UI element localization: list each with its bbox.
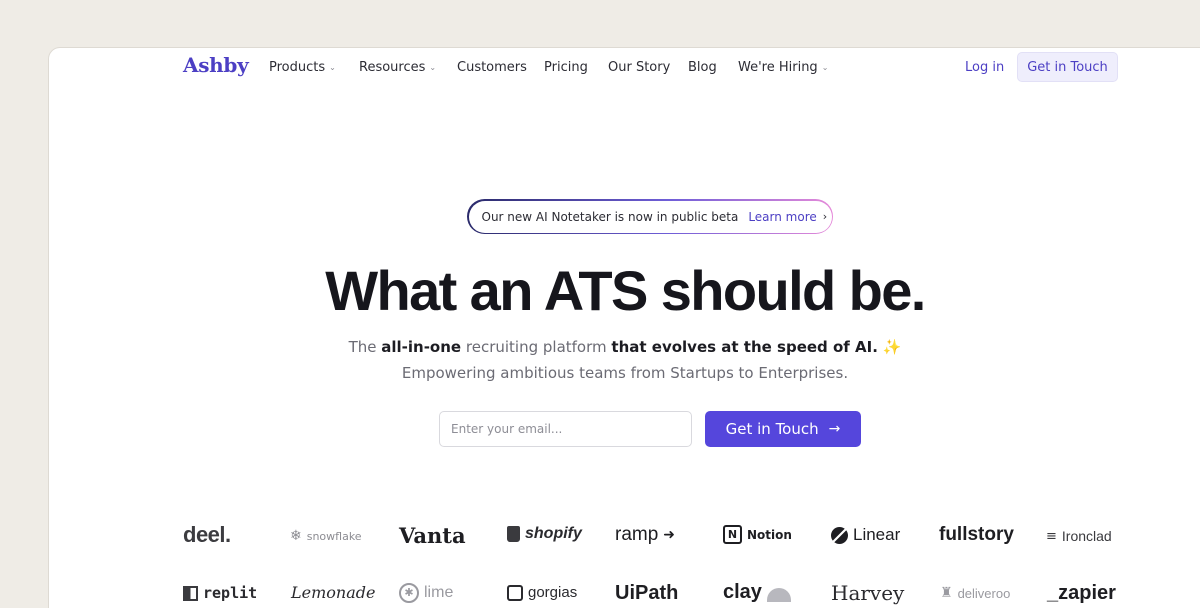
- nav-resources-label: Resources: [359, 60, 426, 75]
- chevron-down-icon: ⌄: [821, 62, 829, 72]
- clay-igloo-icon: [766, 587, 791, 602]
- logo-harvey: Harvey: [831, 581, 904, 605]
- ashby-logo[interactable]: Ashby: [183, 53, 249, 77]
- logo-deel-text: deel.: [183, 522, 231, 547]
- hero-cta-label: Get in Touch: [725, 420, 819, 438]
- logo-zapier: _zapier: [1047, 582, 1116, 605]
- ironclad-icon: ≡: [1046, 528, 1057, 544]
- ramp-mark-icon: ➜: [663, 527, 676, 543]
- logo-replit: replit: [183, 584, 257, 602]
- logo-notion: N Notion: [723, 525, 792, 544]
- logo-clay-text: clay: [723, 581, 762, 603]
- learn-more-label: Learn more: [748, 209, 817, 224]
- linear-icon: [831, 526, 848, 544]
- nav-hiring-label: We're Hiring: [738, 60, 818, 75]
- logo-lime-text: lime: [424, 584, 454, 601]
- nav-blog[interactable]: Blog: [688, 60, 717, 75]
- logo-clay: clay: [723, 581, 791, 604]
- chevron-down-icon: ⌄: [429, 62, 437, 72]
- logo-snowflake: ❄ snowflake: [290, 528, 362, 544]
- logo-notion-text: Notion: [747, 527, 792, 542]
- nav-pricing[interactable]: Pricing: [544, 60, 588, 75]
- logo-shopify-text: shopify: [525, 525, 582, 542]
- hero-headline: What an ATS should be.: [325, 259, 926, 322]
- browser-frame: Ashby Products ⌄ Resources ⌄ Customers P…: [48, 47, 1200, 608]
- logo-replit-text: replit: [203, 584, 258, 602]
- replit-icon: [183, 585, 198, 601]
- logo-vanta-text: Vanta: [399, 523, 466, 548]
- login-link[interactable]: Log in: [965, 60, 1004, 75]
- hero-subtitle-line2: Empowering ambitious teams from Startups…: [401, 364, 849, 382]
- logo-lemonade: Lemonade: [291, 583, 375, 602]
- logo-ramp-text: ramp: [615, 524, 659, 545]
- notion-icon: N: [723, 525, 742, 544]
- nav-customers-label: Customers: [457, 60, 527, 75]
- announcement-pill[interactable]: Our new AI Notetaker is now in public be…: [467, 199, 833, 234]
- logo-snowflake-text: snowflake: [306, 529, 362, 543]
- hero-subtitle: The all-in-one recruiting platform that …: [49, 338, 1200, 356]
- nav-customers[interactable]: Customers: [457, 60, 527, 75]
- subtitle-part: recruiting platform: [465, 338, 607, 356]
- arrow-right-icon: →: [828, 421, 841, 437]
- subtitle-bold-all-in-one: all-in-one: [381, 338, 462, 356]
- logo-uipath-text: UiPath: [615, 582, 679, 604]
- logo-deliveroo: ♜ deliveroo: [940, 585, 1010, 601]
- logo-lemonade-text: Lemonade: [291, 583, 376, 602]
- deliveroo-icon: ♜: [940, 585, 953, 601]
- nav-hiring[interactable]: We're Hiring ⌄: [738, 60, 828, 75]
- subtitle-part: The: [348, 338, 377, 356]
- logo-linear-text: Linear: [853, 525, 901, 544]
- logo-linear: Linear: [831, 525, 900, 545]
- logo-fullstory: fullstory: [939, 524, 1014, 546]
- logo-ironclad-text: Ironclad: [1061, 528, 1112, 544]
- learn-more-link[interactable]: Learn more ›: [748, 210, 827, 224]
- logo-zapier-text: _zapier: [1047, 582, 1116, 604]
- lime-icon: ✱: [399, 583, 419, 603]
- nav-resources[interactable]: Resources ⌄: [359, 60, 436, 75]
- announcement-text: Our new AI Notetaker is now in public be…: [481, 209, 739, 224]
- logo-gorgias-text: gorgias: [528, 584, 578, 601]
- nav-our-story[interactable]: Our Story: [608, 60, 670, 75]
- top-nav: Ashby Products ⌄ Resources ⌄ Customers P…: [49, 48, 1200, 88]
- logo-uipath: UiPath: [615, 582, 678, 605]
- nav-products[interactable]: Products ⌄: [269, 60, 336, 75]
- gorgias-icon: [507, 584, 523, 601]
- logo-vanta: Vanta: [399, 523, 466, 548]
- nav-pricing-label: Pricing: [544, 60, 588, 75]
- logo-fullstory-text: fullstory: [939, 524, 1014, 545]
- logo-lime: ✱ lime: [399, 583, 453, 603]
- subtitle-bold-speed: that evolves at the speed of AI.: [611, 338, 878, 356]
- logo-ironclad: ≡ Ironclad: [1046, 528, 1112, 544]
- chevron-right-icon: ›: [822, 210, 828, 223]
- chevron-down-icon: ⌄: [329, 62, 336, 72]
- logo-ramp: ramp ➜: [615, 524, 675, 546]
- logo-deliveroo-text: deliveroo: [957, 585, 1011, 601]
- logo-gorgias: gorgias: [507, 584, 577, 601]
- announcement-pill-inner: Our new AI Notetaker is now in public be…: [468, 200, 832, 233]
- nav-our-story-label: Our Story: [608, 60, 671, 75]
- nav-products-label: Products: [269, 60, 326, 75]
- logo-deel: deel.: [183, 522, 231, 548]
- logo-harvey-text: Harvey: [831, 581, 905, 605]
- logo-shopify: shopify: [507, 525, 582, 543]
- snowflake-icon: ❄: [290, 528, 302, 544]
- email-input[interactable]: [439, 411, 692, 447]
- nav-blog-label: Blog: [688, 60, 717, 75]
- nav-get-in-touch-button[interactable]: Get in Touch: [1017, 52, 1118, 82]
- sparkle-icon: ✨: [882, 338, 902, 356]
- hero-get-in-touch-button[interactable]: Get in Touch →: [705, 411, 861, 447]
- shopping-bag-icon: [507, 526, 520, 542]
